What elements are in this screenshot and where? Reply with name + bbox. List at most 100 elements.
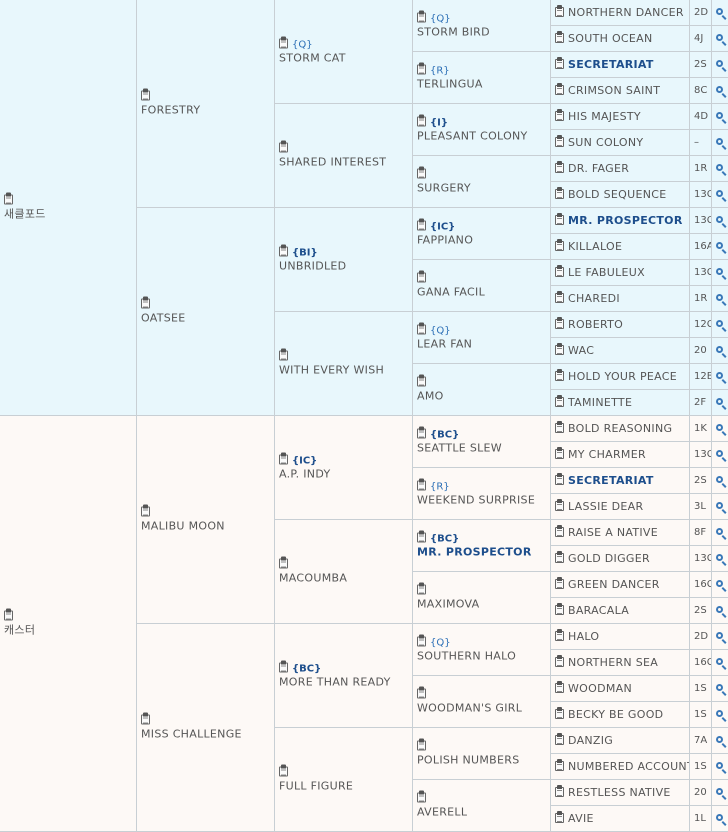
clipboard-icon[interactable] [555, 56, 564, 69]
horse-name-link[interactable]: MR. PROSPECTOR [417, 544, 548, 560]
search-button[interactable] [712, 468, 728, 494]
horse-name-link[interactable]: MALIBU MOON [141, 518, 272, 534]
search-button[interactable] [712, 338, 728, 364]
clipboard-icon[interactable] [417, 790, 426, 802]
horse-name-link[interactable]: RAISE A NATIVE [568, 526, 658, 539]
clipboard-icon[interactable] [417, 686, 426, 698]
clipboard-icon[interactable] [555, 290, 564, 303]
clipboard-icon[interactable] [417, 374, 426, 386]
horse-name-link[interactable]: TERLINGUA [417, 76, 548, 92]
horse-name-link[interactable]: MISS CHALLENGE [141, 726, 272, 742]
horse-name-link[interactable]: CRIMSON SAINT [568, 84, 660, 97]
search-button[interactable] [712, 364, 728, 390]
clipboard-icon[interactable] [279, 140, 288, 152]
search-button[interactable] [712, 494, 728, 520]
clipboard-icon[interactable] [555, 212, 564, 225]
search-button[interactable] [712, 676, 728, 702]
clipboard-icon[interactable] [555, 576, 564, 589]
clipboard-icon[interactable] [555, 264, 564, 277]
search-button[interactable] [712, 286, 728, 312]
search-button[interactable] [712, 52, 728, 78]
horse-name-link[interactable]: MR. PROSPECTOR [568, 214, 683, 227]
clipboard-icon[interactable] [555, 420, 564, 433]
horse-name-link[interactable]: UNBRIDLED [279, 258, 410, 274]
search-button[interactable] [712, 546, 728, 572]
horse-name-link[interactable]: HOLD YOUR PEACE [568, 370, 677, 383]
clipboard-icon[interactable] [555, 550, 564, 563]
clipboard-icon[interactable] [555, 134, 564, 147]
clipboard-icon[interactable] [417, 478, 426, 490]
clipboard-icon[interactable] [555, 30, 564, 43]
horse-name-link[interactable]: ROBERTO [568, 318, 623, 331]
search-button[interactable] [712, 754, 728, 780]
clipboard-icon[interactable] [279, 556, 288, 568]
clipboard-icon[interactable] [4, 608, 13, 620]
clipboard-icon[interactable] [141, 296, 150, 308]
clipboard-icon[interactable] [555, 368, 564, 381]
clipboard-icon[interactable] [555, 342, 564, 355]
horse-name-link[interactable]: MAXIMOVA [417, 596, 548, 612]
search-button[interactable] [712, 728, 728, 754]
horse-name-link[interactable]: TAMINETTE [568, 396, 632, 409]
horse-name-link[interactable]: SECRETARIAT [568, 474, 654, 487]
clipboard-icon[interactable] [555, 706, 564, 719]
search-button[interactable] [712, 390, 728, 416]
search-button[interactable] [712, 416, 728, 442]
search-button[interactable] [712, 234, 728, 260]
clipboard-icon[interactable] [555, 680, 564, 693]
horse-name-link[interactable]: FORESTRY [141, 102, 272, 118]
search-button[interactable] [712, 130, 728, 156]
horse-name-link[interactable]: BOLD SEQUENCE [568, 188, 666, 201]
horse-name-link[interactable]: STORM BIRD [417, 24, 548, 40]
clipboard-icon[interactable] [555, 628, 564, 641]
search-button[interactable] [712, 182, 728, 208]
clipboard-icon[interactable] [555, 186, 564, 199]
horse-name-link[interactable]: OATSEE [141, 310, 272, 326]
horse-name-link[interactable]: LE FABULEUX [568, 266, 645, 279]
clipboard-icon[interactable] [279, 452, 288, 464]
search-button[interactable] [712, 598, 728, 624]
horse-name-link[interactable]: SUN COLONY [568, 136, 643, 149]
clipboard-icon[interactable] [417, 218, 426, 230]
horse-name-link[interactable]: SECRETARIAT [568, 58, 654, 71]
clipboard-icon[interactable] [417, 270, 426, 282]
horse-name-link[interactable]: A.P. INDY [279, 466, 410, 482]
horse-name-link[interactable]: 캐스터 [4, 622, 134, 638]
clipboard-icon[interactable] [279, 36, 288, 48]
horse-name-link[interactable]: DANZIG [568, 734, 613, 747]
clipboard-icon[interactable] [417, 166, 426, 178]
horse-name-link[interactable]: BOLD REASONING [568, 422, 672, 435]
search-button[interactable] [712, 442, 728, 468]
horse-name-link[interactable]: SURGERY [417, 180, 548, 196]
clipboard-icon[interactable] [417, 322, 426, 334]
clipboard-icon[interactable] [141, 504, 150, 516]
clipboard-icon[interactable] [555, 82, 564, 95]
horse-name-link[interactable]: WITH EVERY WISH [279, 362, 410, 378]
horse-name-link[interactable]: WOODMAN'S GIRL [417, 700, 548, 716]
clipboard-icon[interactable] [555, 108, 564, 121]
horse-name-link[interactable]: MORE THAN READY [279, 674, 410, 690]
clipboard-icon[interactable] [555, 472, 564, 485]
clipboard-icon[interactable] [279, 244, 288, 256]
horse-name-link[interactable]: NORTHERN DANCER [568, 6, 684, 19]
horse-name-link[interactable]: AVERELL [417, 804, 548, 820]
horse-name-link[interactable]: NUMBERED ACCOUNT [568, 760, 689, 773]
search-button[interactable] [712, 806, 728, 832]
horse-name-link[interactable]: DR. FAGER [568, 162, 629, 175]
search-button[interactable] [712, 624, 728, 650]
horse-name-link[interactable]: HALO [568, 630, 599, 643]
clipboard-icon[interactable] [555, 238, 564, 251]
search-button[interactable] [712, 0, 728, 26]
clipboard-icon[interactable] [279, 764, 288, 776]
clipboard-icon[interactable] [417, 582, 426, 594]
clipboard-icon[interactable] [417, 426, 426, 438]
clipboard-icon[interactable] [555, 654, 564, 667]
horse-name-link[interactable]: SOUTH OCEAN [568, 32, 653, 45]
horse-name-link[interactable]: MACOUMBA [279, 570, 410, 586]
clipboard-icon[interactable] [417, 62, 426, 74]
search-button[interactable] [712, 312, 728, 338]
horse-name-link[interactable]: BARACALA [568, 604, 629, 617]
horse-name-link[interactable]: PLEASANT COLONY [417, 128, 548, 144]
search-button[interactable] [712, 650, 728, 676]
clipboard-icon[interactable] [417, 634, 426, 646]
